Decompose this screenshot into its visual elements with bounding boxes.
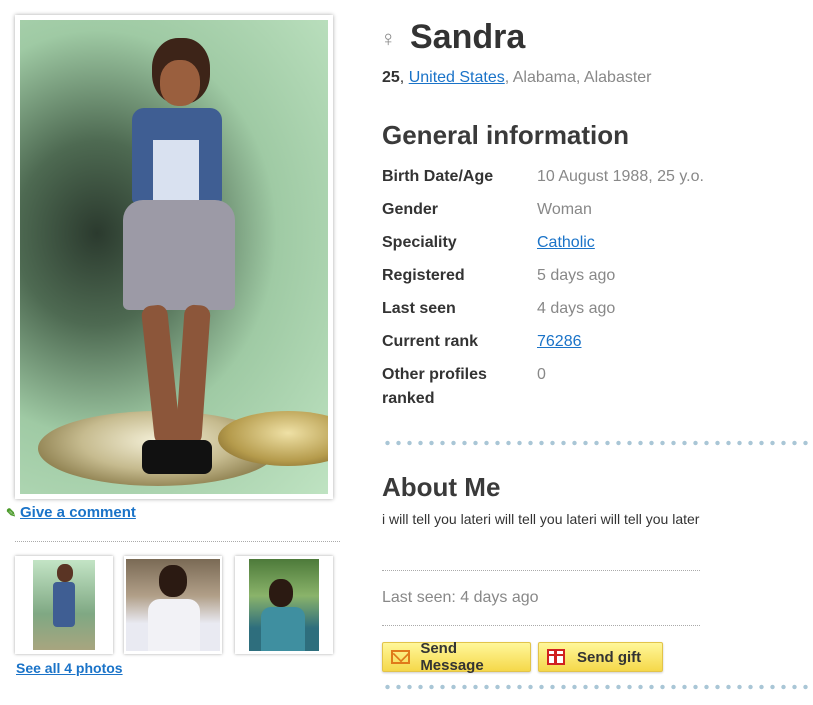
current-rank-link[interactable]: 76286 [537,333,582,350]
photo-thumbnail-2[interactable] [124,556,222,654]
info-value-cell: Catholic [537,231,802,264]
main-profile-photo[interactable] [15,15,333,499]
female-symbol-icon: ♀ [380,26,397,51]
info-label: Other profiles ranked [382,366,487,407]
envelope-icon [391,650,411,664]
info-value: 4 days ago [537,300,616,317]
pencil-icon: ✎ [6,506,17,520]
comma-separator: , [399,69,409,86]
general-information-heading: General information [382,120,630,150]
country-link[interactable]: United States [409,69,505,86]
info-row: Gender Woman [382,198,802,231]
person-shoes [142,440,212,474]
give-comment-row: ✎ Give a comment [6,504,136,521]
see-all-photos-link[interactable]: See all 4 photos [16,660,123,676]
photo-thumbnail-3[interactable] [235,556,333,654]
divider [382,625,700,626]
thumbnail-image [126,559,220,651]
profile-name: Sandra [410,18,526,56]
info-row: Registered 5 days ago [382,264,802,297]
send-message-label: Send Message [420,640,484,674]
info-value: 10 August 1988, 25 y.o. [537,168,704,185]
info-row: Current rank 76286 [382,330,802,363]
about-me-text: i will tell you lateri will tell you lat… [382,511,700,527]
give-comment-link[interactable]: Give a comment [20,504,136,521]
about-me-heading: About Me [382,472,501,502]
info-label: Birth Date/Age [382,168,494,185]
info-row: Last seen 4 days ago [382,297,802,330]
general-information-table: Birth Date/Age 10 August 1988, 25 y.o. G… [382,165,802,411]
divider [382,570,700,571]
location-rest: , Alabama, Alabaster [504,69,652,86]
info-label: Gender [382,201,439,218]
thumbnail-image [33,560,95,650]
speciality-link[interactable]: Catholic [537,234,595,251]
last-seen-text: Last seen: 4 days ago [382,589,539,606]
info-value-cell: 76286 [537,330,802,363]
divider [15,541,340,542]
thumbnail-image [249,559,319,651]
send-gift-label: Send gift [577,648,642,666]
gift-icon [547,649,565,665]
info-label: Current rank [382,333,479,350]
dotted-separator [382,440,808,446]
info-row: Birth Date/Age 10 August 1988, 25 y.o. [382,165,802,198]
info-label: Registered [382,267,465,284]
info-label: Speciality [382,234,457,251]
person-top [153,140,199,200]
profile-photo-image [20,20,328,494]
info-value: Woman [537,201,592,218]
info-value: 5 days ago [537,267,616,284]
profile-age: 25 [382,69,400,86]
send-message-button[interactable]: Send Message [382,640,531,674]
photo-thumbnail-1[interactable] [15,556,113,654]
info-label: Last seen [382,300,456,317]
person-skirt [123,200,235,310]
send-gift-button[interactable]: Send gift [538,642,663,672]
info-row: Other profiles ranked 0 [382,363,802,411]
profile-location-line: 25, United States, Alabama, Alabaster [382,69,652,87]
info-value: 0 [537,366,546,383]
dotted-separator [382,684,808,690]
person-face [160,60,200,106]
info-row: Speciality Catholic [382,231,802,264]
